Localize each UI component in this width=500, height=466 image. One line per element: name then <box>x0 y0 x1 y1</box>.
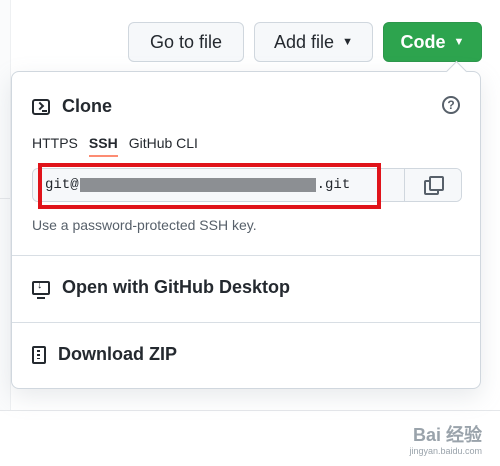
tab-https[interactable]: HTTPS <box>32 135 78 157</box>
help-icon[interactable]: ? <box>442 96 460 114</box>
clone-title: Clone <box>62 96 113 116</box>
url-suffix: .git <box>316 177 351 193</box>
code-label: Code <box>400 31 446 52</box>
file-zip-icon <box>32 345 46 364</box>
code-button[interactable]: Code ▼ <box>383 22 482 62</box>
go-to-file-label: Go to file <box>149 31 223 52</box>
clone-url-row: git@ .git <box>32 168 462 202</box>
tab-github-cli[interactable]: GitHub CLI <box>129 135 198 157</box>
chevron-down-icon: ▼ <box>453 36 465 48</box>
clone-tabs: HTTPS SSH GitHub CLI <box>32 135 198 157</box>
open-desktop-button[interactable]: Open with GitHub Desktop <box>32 277 290 299</box>
copy-url-button[interactable] <box>404 169 461 201</box>
divider <box>12 322 480 323</box>
divider <box>12 255 480 256</box>
watermark-brand: Bai 经验 <box>412 425 482 445</box>
copy-icon <box>424 176 444 195</box>
ssh-hint: Use a password-protected SSH key. <box>32 217 257 233</box>
watermark-logo: Bai 经验 jingyan.baidu.com <box>409 426 482 456</box>
clone-url-field[interactable]: git@ .git <box>33 169 404 201</box>
desktop-download-icon <box>32 279 50 299</box>
terminal-icon <box>32 98 50 115</box>
background-divider <box>0 410 500 411</box>
background-divider <box>0 198 10 199</box>
clone-header: Clone <box>32 96 112 117</box>
download-zip-label: Download ZIP <box>58 344 177 364</box>
chevron-down-icon: ▼ <box>342 36 353 48</box>
clone-popover: Clone ? HTTPS SSH GitHub CLI git@ .git U… <box>11 60 481 389</box>
tab-ssh[interactable]: SSH <box>88 135 118 157</box>
clone-section: Clone ? HTTPS SSH GitHub CLI git@ .git U… <box>12 72 480 255</box>
go-to-file-button[interactable]: Go to file <box>128 22 244 62</box>
watermark-url: jingyan.baidu.com <box>409 446 482 456</box>
url-prefix: git@ <box>45 177 79 193</box>
add-file-button[interactable]: Add file ▼ <box>254 22 373 62</box>
redacted-url-segment <box>79 178 316 192</box>
download-zip-button[interactable]: Download ZIP <box>32 344 177 365</box>
open-desktop-label: Open with GitHub Desktop <box>62 277 290 297</box>
background-sidebar <box>0 0 11 410</box>
add-file-label: Add file <box>274 31 335 52</box>
